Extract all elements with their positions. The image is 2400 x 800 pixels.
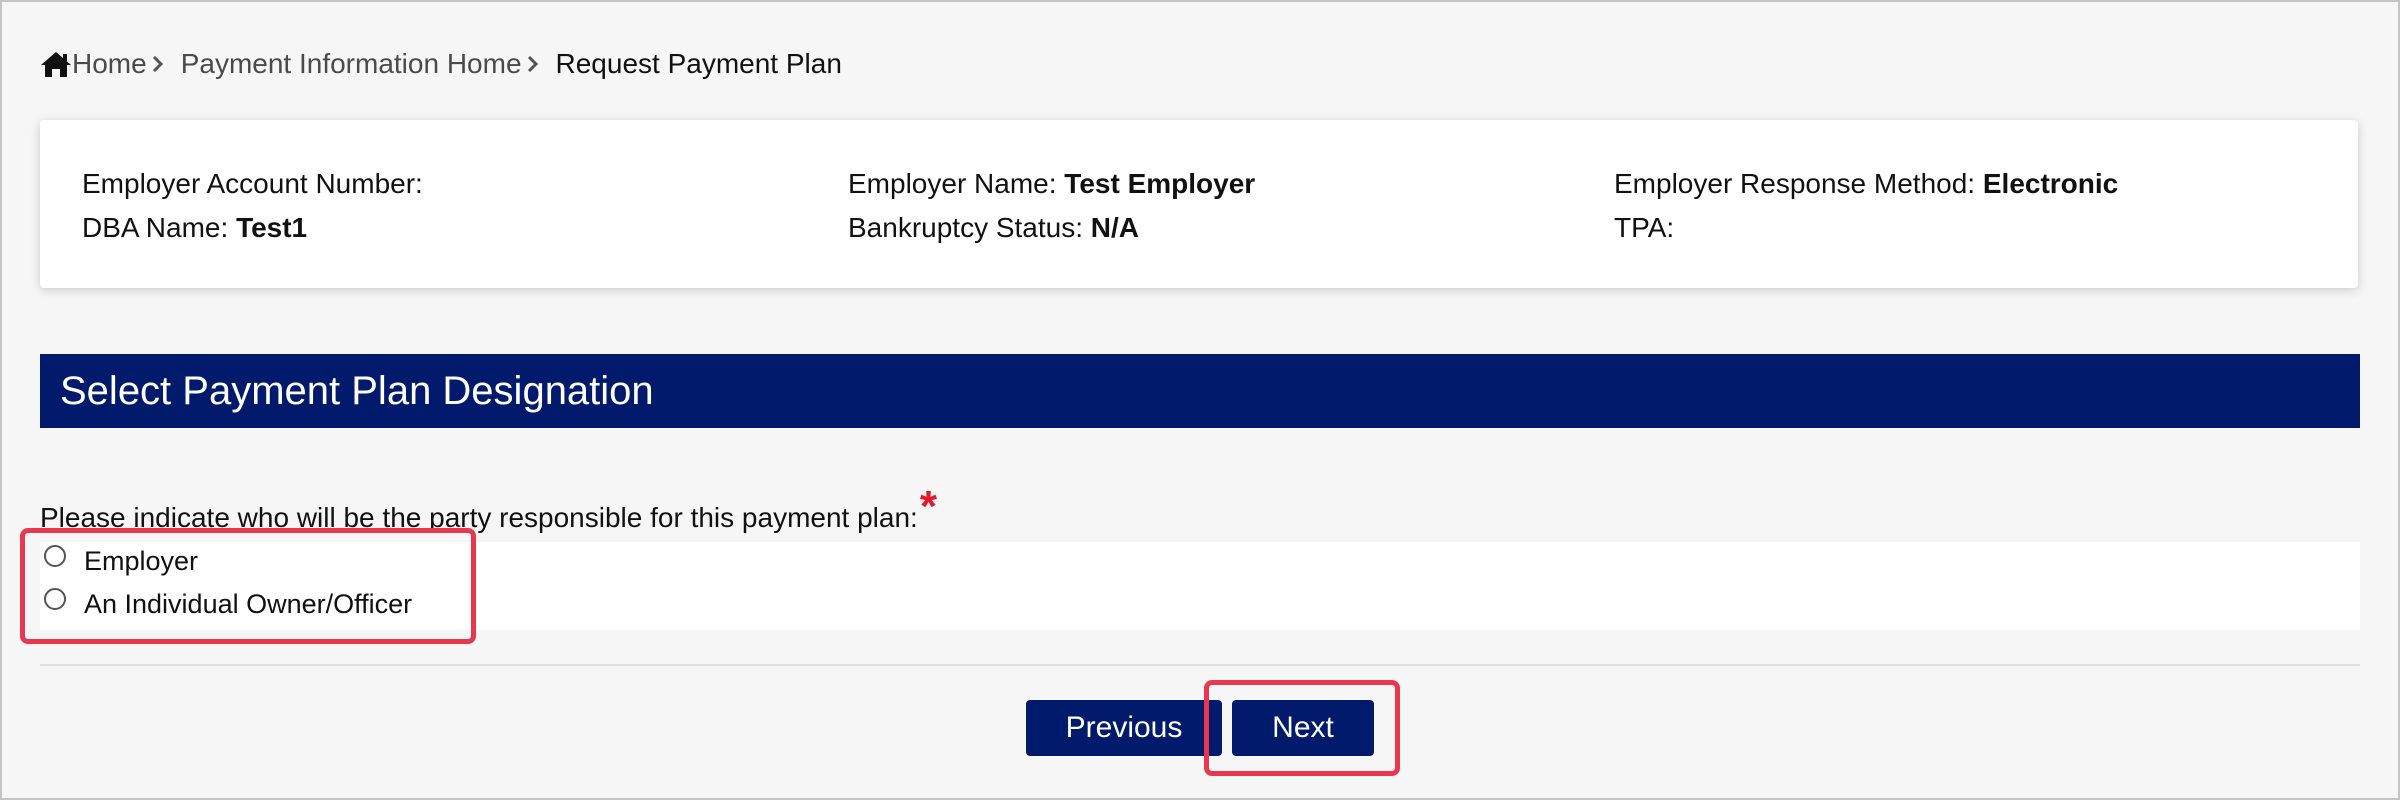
employer-name-value: Test Employer: [1064, 168, 1256, 199]
bankruptcy-status-value: N/A: [1090, 212, 1140, 243]
option-individual-owner-officer[interactable]: An Individual Owner/Officer: [44, 587, 413, 620]
chevron-right-icon: [526, 52, 550, 76]
breadcrumb-current: Request Payment Plan: [555, 48, 842, 79]
response-method-label: Employer Response Method:: [1614, 168, 1983, 199]
home-icon[interactable]: [40, 48, 72, 80]
option-employer-label: Employer: [84, 546, 199, 576]
breadcrumb: Home Payment Information Home Request Pa…: [40, 46, 842, 82]
employer-name-row: Employer Name: Test Employer: [848, 162, 1255, 206]
chevron-right-icon: [151, 52, 175, 76]
bankruptcy-status-row: Bankruptcy Status: N/A: [848, 206, 1255, 250]
section-header: Select Payment Plan Designation: [40, 354, 2360, 428]
previous-button[interactable]: Previous: [1026, 700, 1222, 756]
response-method-value: Electronic: [1982, 168, 2119, 199]
tpa-row: TPA:: [1614, 206, 2118, 250]
employer-info-card: Employer Account Number: DBA Name: Test1…: [40, 120, 2358, 288]
required-marker: *: [919, 482, 937, 531]
option-employer[interactable]: Employer: [44, 544, 199, 577]
section-title: Select Payment Plan Designation: [60, 368, 654, 413]
dba-name-value: Test1: [236, 212, 308, 243]
dba-name-row: DBA Name: Test1: [82, 206, 423, 250]
dba-name-label: DBA Name:: [82, 212, 237, 243]
info-column-2: Employer Name: Test Employer Bankruptcy …: [848, 162, 1255, 250]
tpa-label: TPA:: [1614, 212, 1675, 243]
info-column-3: Employer Response Method: Electronic TPA…: [1614, 162, 2118, 250]
bankruptcy-status-label: Bankruptcy Status:: [848, 212, 1091, 243]
next-button[interactable]: Next: [1232, 700, 1374, 756]
responsible-party-question: Please indicate who will be the party re…: [40, 482, 937, 538]
option-individual-owner-officer-label: An Individual Owner/Officer: [84, 589, 413, 619]
info-column-1: Employer Account Number: DBA Name: Test1: [82, 162, 423, 250]
account-number-label: Employer Account Number:: [82, 168, 423, 199]
individual-owner-officer-radio[interactable]: [44, 587, 66, 610]
breadcrumb-payment-info-link[interactable]: Payment Information Home: [181, 48, 522, 80]
page-frame: Home Payment Information Home Request Pa…: [0, 0, 2400, 800]
question-label: Please indicate who will be the party re…: [40, 502, 918, 533]
divider: [40, 664, 2360, 666]
employer-name-label: Employer Name:: [848, 168, 1065, 199]
account-number-row: Employer Account Number:: [82, 162, 423, 206]
response-method-row: Employer Response Method: Electronic: [1614, 162, 2118, 206]
employer-radio[interactable]: [44, 544, 66, 567]
breadcrumb-home-link[interactable]: Home: [72, 48, 147, 80]
